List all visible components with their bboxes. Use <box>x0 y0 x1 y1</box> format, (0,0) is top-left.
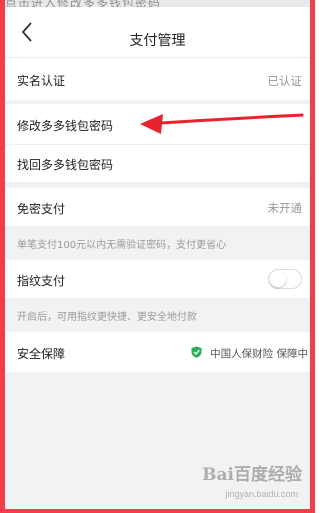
phone-screen: 点击进入修改多多钱包密码 支付管理 实名认证 已认证 修改多多钱包密码 找回多多… <box>5 0 310 509</box>
row-value: 已认证 <box>267 74 303 88</box>
row-password-free[interactable]: 免密支付 未开通 <box>5 188 310 226</box>
watermark-url: jingyan.baidu.com <box>225 489 298 499</box>
page-title: 支付管理 <box>129 33 186 49</box>
row-value: 未开通 <box>267 201 303 215</box>
navbar: 支付管理 <box>5 7 310 58</box>
shield-check-icon <box>191 346 202 358</box>
top-banner: 点击进入修改多多钱包密码 <box>5 0 310 10</box>
row-label: 安全保障 <box>17 347 66 361</box>
row-label: 免密支付 <box>17 202 66 216</box>
row-retrieve-password[interactable]: 找回多多钱包密码 <box>5 145 310 182</box>
row-change-password[interactable]: 修改多多钱包密码 <box>5 104 310 144</box>
row-fingerprint: 指纹支付 <box>5 260 310 298</box>
toggle-knob <box>270 271 286 287</box>
row-label: 找回多多钱包密码 <box>17 158 114 172</box>
row-real-name[interactable]: 实名认证 已认证 <box>5 58 310 100</box>
row-label: 修改多多钱包密码 <box>17 119 114 133</box>
password-free-hint: 单笔支付100元以内无需验证密码，支付更省心 <box>17 240 227 251</box>
watermark-logo: Bai百度经验 <box>202 465 302 485</box>
row-label: 实名认证 <box>17 74 66 88</box>
fingerprint-toggle[interactable] <box>268 269 302 289</box>
row-security[interactable]: 安全保障 中国人保财险 保障中 <box>5 332 310 372</box>
fingerprint-hint: 开启后，可用指纹更快捷、更安全地付款 <box>17 312 197 323</box>
row-value: 中国人保财险 保障中 <box>210 348 308 360</box>
row-label: 指纹支付 <box>17 274 66 288</box>
